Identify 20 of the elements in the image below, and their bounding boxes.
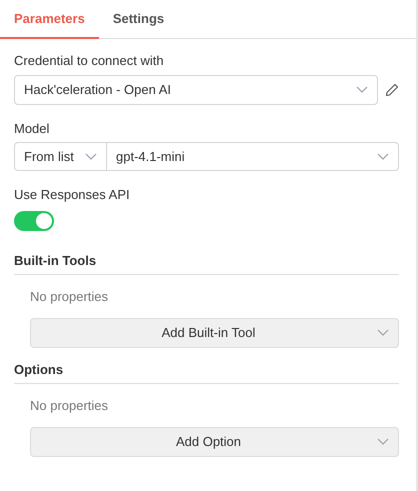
chevron-down-icon <box>377 153 389 160</box>
chevron-down-icon <box>85 153 97 160</box>
empty-text: No properties <box>30 397 110 415</box>
section-title: Built-in Tools <box>14 250 399 275</box>
empty-text: No properties <box>30 288 110 306</box>
chevron-down-icon <box>356 86 368 93</box>
credential-dropdown[interactable]: Hack'celeration - Open AI <box>14 74 378 104</box>
field-label: Use Responses API <box>14 186 131 204</box>
chevron-down-icon <box>377 329 389 336</box>
field-label: Model <box>14 120 50 138</box>
add-dropdown-button[interactable]: Add Option <box>30 426 399 456</box>
chevron-down-icon <box>377 438 389 445</box>
tab[interactable]: Settings <box>98 0 178 38</box>
mode-dropdown[interactable]: From list <box>15 143 107 170</box>
field-label: Credential to connect with <box>14 52 165 70</box>
pencil-icon[interactable] <box>385 82 399 96</box>
add-dropdown-button[interactable]: Add Built-in Tool <box>30 318 399 348</box>
toggle-switch[interactable] <box>14 210 54 230</box>
model-dropdown[interactable]: gpt-4.1-mini <box>107 143 398 170</box>
section-title: Options <box>14 360 399 384</box>
